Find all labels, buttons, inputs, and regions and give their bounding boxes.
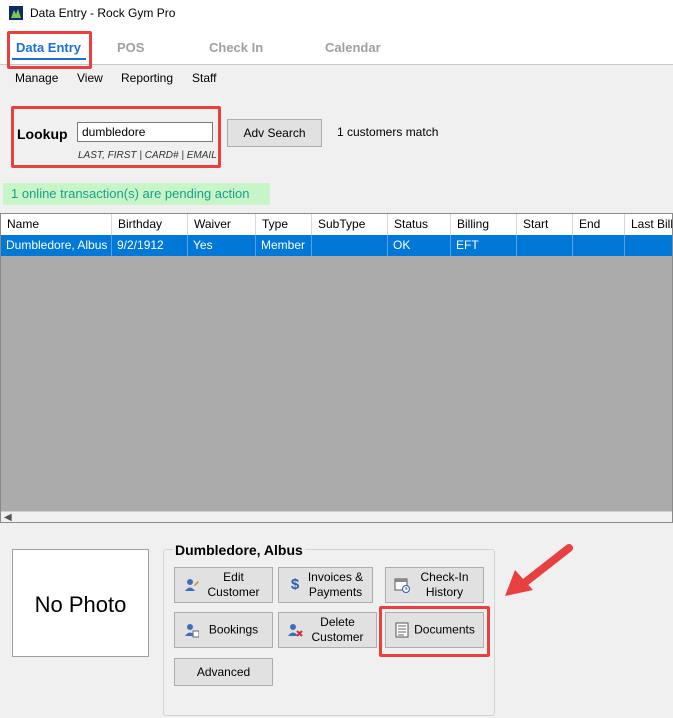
menu-staff[interactable]: Staff (192, 71, 216, 85)
cell-subtype (312, 235, 388, 256)
checkin-history-button[interactable]: Check-In History (385, 567, 484, 603)
tab-pos[interactable]: POS (117, 40, 144, 55)
column-header-start[interactable]: Start (517, 214, 573, 235)
window-title: Data Entry - Rock Gym Pro (30, 6, 176, 20)
checkin-line1: Check-In (420, 570, 469, 584)
app-logo-icon (9, 6, 23, 20)
column-header-type[interactable]: Type (256, 214, 312, 235)
match-count: 1 customers match (337, 125, 439, 139)
delete-customer-button[interactable]: Delete Customer (278, 612, 377, 648)
edit-customer-line1: Edit (223, 570, 244, 584)
documents-highlight-box (379, 606, 490, 657)
customer-grid: Name Birthday Waiver Type SubType Status… (0, 213, 673, 523)
checkin-line2: History (425, 585, 464, 599)
cell-end (573, 235, 625, 256)
column-header-waiver[interactable]: Waiver (188, 214, 256, 235)
bookings-button[interactable]: Bookings (174, 612, 273, 648)
edit-customer-button[interactable]: Edit Customer (174, 567, 273, 603)
cell-waiver: Yes (188, 235, 256, 256)
cell-last-billed (625, 235, 672, 256)
bookings-label: Bookings (208, 622, 259, 637)
column-header-name[interactable]: Name (1, 214, 112, 235)
cell-birthday: 9/2/1912 (112, 235, 188, 256)
cell-start (517, 235, 573, 256)
invoices-line1: Invoices & (307, 570, 364, 584)
table-row[interactable]: Dumbledore, Albus 9/2/1912 Yes Member OK… (1, 235, 672, 256)
invoices-payments-button[interactable]: $ Invoices & Payments (278, 567, 373, 603)
horizontal-scrollbar[interactable]: ◀ (1, 511, 672, 522)
cell-name: Dumbledore, Albus (1, 235, 112, 256)
customer-photo: No Photo (12, 549, 149, 657)
annotation-arrow-icon (505, 544, 573, 596)
edit-customer-line2: Customer (207, 585, 260, 599)
scroll-left-arrow-icon[interactable]: ◀ (4, 512, 12, 522)
grid-header: Name Birthday Waiver Type SubType Status… (1, 214, 672, 236)
menu-reporting[interactable]: Reporting (121, 71, 173, 85)
tab-highlight-box (7, 31, 92, 69)
delete-line1: Delete (320, 615, 355, 629)
column-header-status[interactable]: Status (388, 214, 451, 235)
column-header-subtype[interactable]: SubType (312, 214, 388, 235)
adv-search-button[interactable]: Adv Search (227, 119, 322, 147)
menu-view[interactable]: View (77, 71, 103, 85)
cell-type: Member (256, 235, 312, 256)
column-header-birthday[interactable]: Birthday (112, 214, 188, 235)
cell-billing: EFT (451, 235, 517, 256)
advanced-button[interactable]: Advanced (174, 658, 273, 686)
tab-calendar[interactable]: Calendar (325, 40, 381, 55)
column-header-end[interactable]: End (573, 214, 625, 235)
column-header-billing[interactable]: Billing (451, 214, 517, 235)
pending-transactions-notice[interactable]: 1 online transaction(s) are pending acti… (3, 183, 270, 205)
photo-placeholder-text: No Photo (34, 592, 127, 617)
invoices-line2: Payments (308, 585, 363, 599)
title-bar: Data Entry - Rock Gym Pro (0, 0, 673, 26)
customer-name: Dumbledore, Albus (173, 542, 305, 558)
lookup-highlight-box (11, 106, 221, 168)
delete-line2: Customer (311, 630, 364, 644)
tab-check-in[interactable]: Check In (209, 40, 263, 55)
menu-manage[interactable]: Manage (15, 71, 58, 85)
main-tab-bar: Data Entry POS Check In Calendar (0, 26, 673, 65)
cell-status: OK (388, 235, 451, 256)
column-header-last-billed[interactable]: Last Billed (625, 214, 672, 235)
